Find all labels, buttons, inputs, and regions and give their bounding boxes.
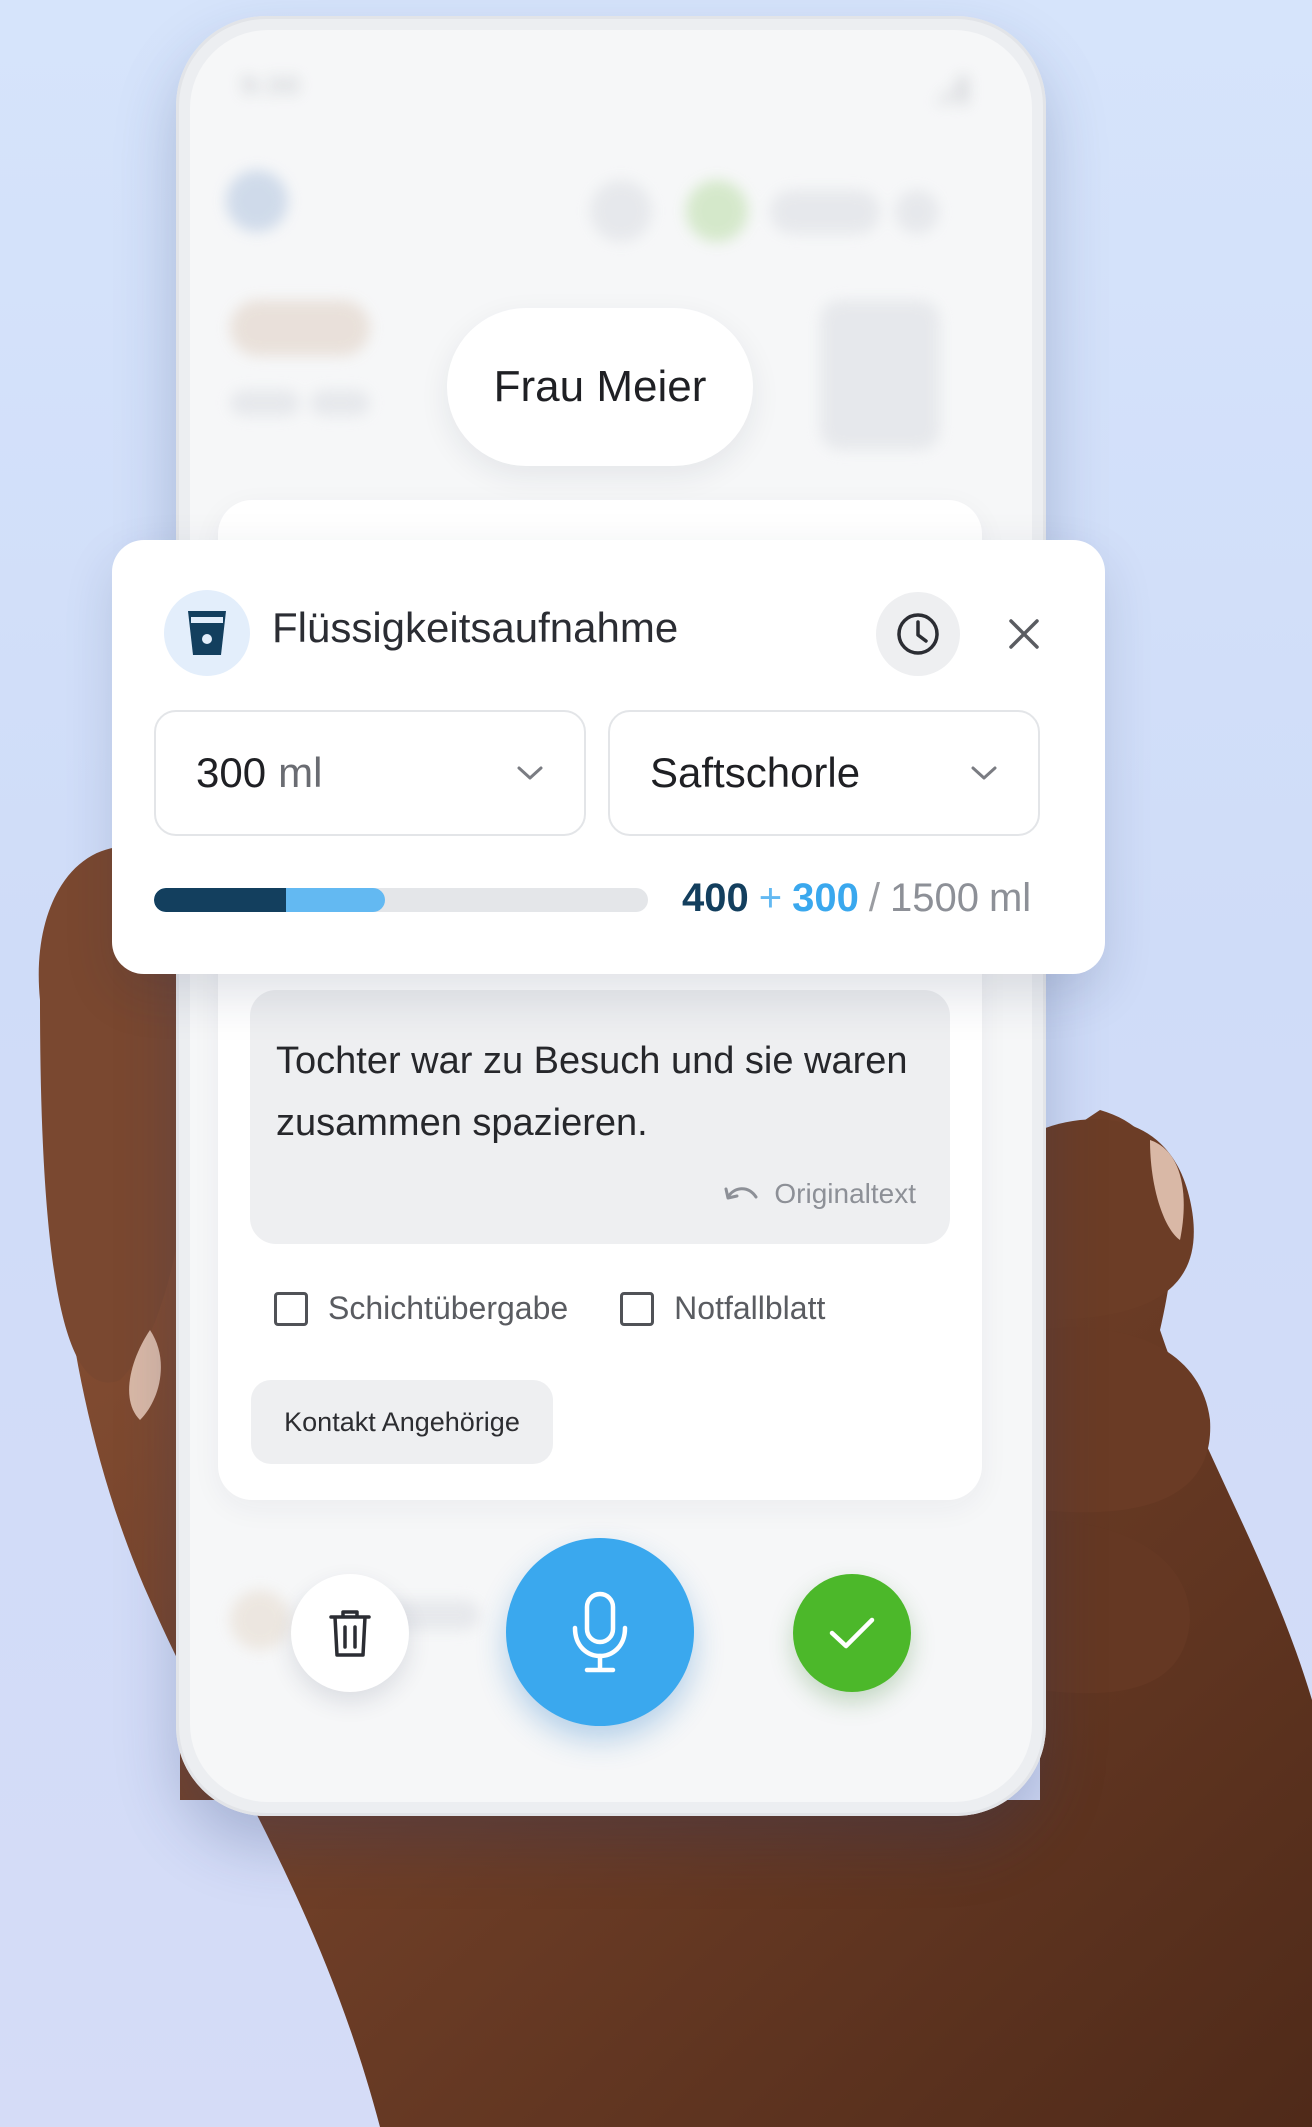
checkbox-label: Notfallblatt <box>674 1290 826 1326</box>
original-text-label: Originaltext <box>774 1178 916 1209</box>
progress-separator: / <box>868 876 880 920</box>
signal-battery-icon <box>934 76 968 104</box>
checkbox-row: Schichtübergabe Notfallblatt <box>274 1290 825 1327</box>
note-text: Tochter war zu Besuch und sie waren zusa… <box>276 1040 908 1144</box>
chevron-down-icon <box>971 766 997 780</box>
confirm-button[interactable] <box>793 1574 911 1692</box>
checkbox-label: Schichtübergabe <box>328 1290 569 1326</box>
cup-icon <box>164 590 250 676</box>
amount-select[interactable]: 300 ml <box>154 710 586 836</box>
checkbox-schichtuebergabe[interactable]: Schichtübergabe <box>274 1290 568 1327</box>
delete-button[interactable] <box>291 1574 409 1692</box>
original-text-link[interactable]: Originaltext <box>724 1178 916 1210</box>
progress-added: 300 <box>792 876 859 920</box>
checkbox-box[interactable] <box>620 1291 655 1326</box>
clock-icon <box>897 613 939 655</box>
progress-current: 400 <box>682 876 749 920</box>
close-icon <box>1009 619 1039 649</box>
drink-value: Saftschorle <box>650 749 861 796</box>
progress-current-fill <box>154 888 286 912</box>
note-textbox[interactable]: Tochter war zu Besuch und sie waren zusa… <box>250 990 950 1244</box>
amount-unit: ml <box>278 749 323 796</box>
intake-progress-bar <box>154 888 648 912</box>
fluid-intake-popup: Flüssigkeitsaufnahme 300 ml Saftschorle … <box>112 540 1105 974</box>
contact-relatives-chip[interactable]: Kontakt Angehörige <box>251 1380 553 1464</box>
progress-plus: + <box>758 876 783 920</box>
status-time: 9:30 <box>240 72 300 100</box>
microphone-button[interactable] <box>506 1538 694 1726</box>
checkbox-notfallblatt[interactable]: Notfallblatt <box>620 1290 825 1327</box>
patient-name-pill[interactable]: Frau Meier <box>447 308 753 466</box>
undo-icon <box>724 1187 758 1200</box>
check-icon <box>829 1617 875 1649</box>
intake-progress-text: 400 + 300 / 1500 ml <box>682 876 1031 921</box>
microphone-icon <box>572 1591 628 1673</box>
chevron-down-icon <box>517 766 543 780</box>
amount-value: 300 <box>196 749 267 796</box>
trash-icon <box>329 1610 371 1657</box>
close-button[interactable] <box>992 602 1056 666</box>
drink-select[interactable]: Saftschorle <box>608 710 1040 836</box>
progress-unit: ml <box>988 876 1032 920</box>
history-button[interactable] <box>876 592 960 676</box>
progress-goal: 1500 <box>889 876 979 920</box>
checkbox-box[interactable] <box>274 1291 308 1326</box>
popup-title: Flüssigkeitsaufnahme <box>272 604 679 651</box>
